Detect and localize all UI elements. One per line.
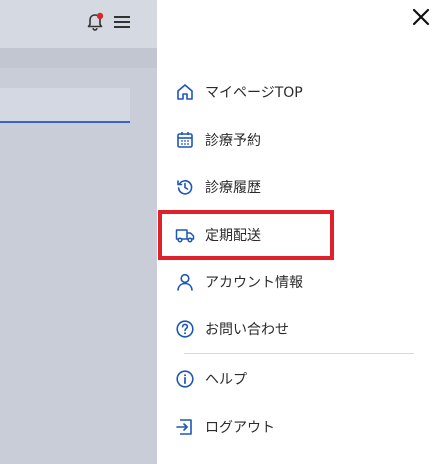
menu-item-label: マイページTOP — [205, 85, 303, 101]
menu-item-label: 診療履歴 — [205, 180, 261, 196]
home-icon — [175, 82, 195, 102]
menu-item-label: ログアウト — [205, 420, 275, 436]
close-icon[interactable] — [412, 8, 430, 26]
menu-item-account-info[interactable]: アカウント情報 — [175, 270, 303, 294]
highlight-box — [158, 210, 334, 260]
background-input-field — [0, 88, 130, 123]
menu-item-appointment[interactable]: 診療予約 — [175, 128, 261, 152]
menu-item-label: お問い合わせ — [205, 322, 289, 338]
menu-item-mypage-top[interactable]: マイページTOP — [175, 80, 303, 104]
hamburger-menu-icon[interactable] — [112, 13, 132, 31]
info-icon — [175, 369, 195, 389]
logout-icon — [175, 417, 195, 437]
calendar-icon — [175, 130, 195, 150]
menu-item-logout[interactable]: ログアウト — [175, 415, 275, 439]
page-band — [0, 48, 157, 68]
menu-divider — [184, 353, 414, 354]
page-header — [0, 0, 157, 48]
bell-icon[interactable] — [85, 12, 105, 32]
menu-item-history[interactable]: 診療履歴 — [175, 175, 261, 199]
menu-item-contact[interactable]: お問い合わせ — [175, 317, 289, 341]
menu-item-label: ヘルプ — [205, 372, 247, 388]
question-icon — [175, 319, 195, 339]
menu-item-label: 診療予約 — [205, 133, 261, 149]
menu-item-help[interactable]: ヘルプ — [175, 367, 247, 391]
user-icon — [175, 272, 195, 292]
page-backdrop-overlay[interactable] — [0, 0, 157, 464]
menu-item-label: アカウント情報 — [205, 275, 303, 291]
history-icon — [175, 177, 195, 197]
